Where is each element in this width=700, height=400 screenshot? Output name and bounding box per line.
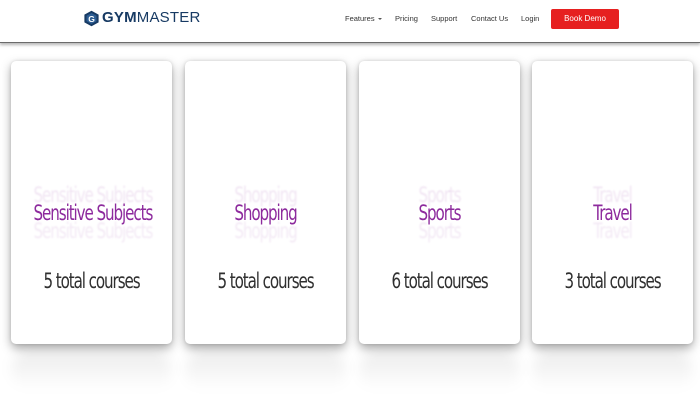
site-header: G GYMMASTER Features Pricing Support Con… — [0, 0, 700, 43]
nav-support[interactable]: Support — [431, 14, 457, 24]
course-category-card[interactable]: Shopping 5 total courses — [185, 61, 346, 344]
nav-pricing[interactable]: Pricing — [395, 14, 418, 24]
gymmaster-logo-icon: G — [83, 10, 100, 27]
course-category-card[interactable]: Sports 6 total courses — [359, 61, 520, 344]
course-category-card[interactable]: Sensitive Subjects 5 total courses — [11, 61, 172, 344]
card-title-text: Sports — [418, 201, 461, 225]
book-demo-button[interactable]: Book Demo — [551, 9, 619, 29]
logo-mark-letter: G — [88, 14, 95, 24]
card-reflection — [359, 350, 520, 390]
nav-contact-us[interactable]: Contact Us — [471, 14, 508, 24]
card-title: Sensitive Subjects — [33, 201, 154, 225]
card-title: Shopping — [208, 201, 324, 225]
card-title-text: Sensitive Subjects — [33, 201, 154, 225]
card-title-text: Travel — [593, 201, 633, 225]
card-course-count: 5 total courses — [208, 269, 324, 293]
card-count-text: 6 total courses — [391, 269, 488, 293]
card-course-count: 6 total courses — [382, 269, 498, 293]
card-count-text: 5 total courses — [43, 269, 140, 293]
card-reflection — [532, 350, 693, 390]
logo-wordmark: GYMMASTER — [102, 9, 201, 27]
nav-login[interactable]: Login — [521, 14, 539, 24]
card-title: Travel — [555, 201, 671, 225]
card-course-count: 5 total courses — [34, 269, 150, 293]
nav-features-label: Features — [345, 14, 375, 23]
card-title: Sports — [382, 201, 498, 225]
course-category-card[interactable]: Travel 3 total courses — [532, 61, 693, 344]
gymmaster-logo[interactable]: G GYMMASTER — [83, 9, 201, 27]
card-title-text: Shopping — [234, 201, 297, 225]
chevron-down-icon — [377, 18, 382, 21]
card-course-count: 3 total courses — [555, 269, 671, 293]
logo-brand-light: MASTER — [136, 9, 201, 26]
card-reflection — [11, 350, 172, 390]
header-fade — [0, 43, 700, 47]
card-count-text: 3 total courses — [564, 269, 661, 293]
card-count-text: 5 total courses — [217, 269, 314, 293]
nav-features[interactable]: Features — [345, 14, 382, 24]
card-reflection — [185, 350, 346, 390]
logo-brand-strong: GYM — [102, 9, 137, 26]
